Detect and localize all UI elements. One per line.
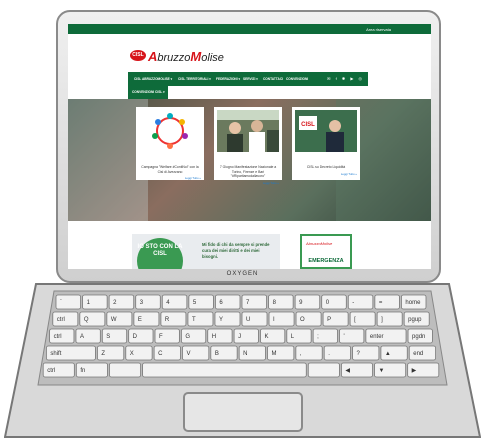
key-label: ctrl [57,317,65,323]
emergency-banner[interactable]: AbruzzoMolise EMERGENZA [300,234,352,269]
key-label: E [138,317,142,323]
browser-screen: Area riservata CISL AbruzzoMolise CISL A… [68,24,431,269]
emergency-headline: EMERGENZA [308,258,344,264]
key-label: ◀ [345,368,350,374]
key-label: pgdn [412,334,425,340]
card-title: Campagna "Welfare #ContiNoi" con la Cisl… [141,165,199,174]
key-label: P [327,317,331,323]
svg-text:CISL: CISL [301,122,315,128]
cisl-campaign-banner[interactable]: IO STO CON LA CISL Mi fido di chi da sem… [132,234,280,269]
campaign-circle: IO STO CON LA CISL [137,238,183,269]
key-label: Q [84,317,89,323]
key-label: ▲ [385,351,391,357]
campaign-quote: Mi fido di chi da sempre si prende cura … [202,242,270,259]
key-label: ` [60,300,62,306]
key-label: D [133,334,138,340]
key-label: ctrl [54,334,62,340]
key-label: end [413,351,423,357]
key-label: - [352,300,354,306]
news-card[interactable]: CISL CISL su Decreto Liquidità Leggi Tut… [292,107,360,180]
read-more-link[interactable]: Leggi Tutto » [217,181,279,185]
nav-item-abruzzomolise[interactable]: CISL ABRUZZOMOLISE ▾ [134,77,172,81]
key-label: N [243,351,247,357]
key-label: fn [80,368,85,374]
reserved-area-link[interactable]: Area riservata [366,27,391,32]
press-conference-image: CISL [295,110,357,152]
key-label: ▼ [379,368,385,374]
key-label: R [165,317,170,323]
key-label: S [106,334,110,340]
laptop-brand-label: OXYGEN [226,271,259,277]
key-label: V [186,351,190,357]
nav-item-servizi[interactable]: SERVIZI ▾ [243,77,258,81]
key-label: T [192,317,196,323]
main-nav: CISL ABRUZZOMOLISE ▾ CISL TERRITORIALI ▾… [128,72,368,86]
secondary-nav: CONVENZIONI CISL ▾ [128,86,168,99]
key-label: J [238,334,241,340]
logo-text: AbruzzoMolise [148,49,224,64]
news-card[interactable]: 7 Giugno Manifestazione Nazionale a Tori… [214,107,282,185]
nav-item-territoriali[interactable]: CISL TERRITORIALI ▾ [178,77,211,81]
key[interactable] [307,362,340,378]
nav-item-contattaci[interactable]: CONTATTACI [263,77,283,81]
key-label: shift [50,351,61,357]
welfare-image [139,110,201,152]
key-label: H [212,334,216,340]
read-more-link[interactable]: Leggi Tutto » [295,172,357,176]
key-label: ▶ [412,368,417,374]
nav-item-convenzioni-cisl[interactable]: CONVENZIONI CISL ▾ [132,90,165,94]
read-more-link[interactable]: Leggi Tutto » [139,176,201,180]
key-label: W [111,317,117,323]
key-label: F [159,334,163,340]
key-label: = [379,300,383,306]
key-label: Y [219,317,223,323]
key-label: ' [344,334,345,340]
key-label: ctrl [47,368,55,374]
key-label: A [80,334,84,340]
key[interactable] [109,362,142,378]
key-label: G [185,334,190,340]
nav-item-federazioni[interactable]: FEDERAZIONI ▾ [216,77,240,81]
key-label: B [215,351,219,357]
key-label: K [264,334,268,340]
key-label: enter [370,334,384,340]
social-icons[interactable]: ✉ f ✱ ▶ ◎ [327,76,364,81]
touchpad[interactable] [183,392,303,432]
news-card[interactable]: Campagna "Welfare #ContiNoi" con la Cisl… [136,107,204,180]
cisl-badge: CISL [130,50,146,61]
key-label: X [130,351,134,357]
protest-image [217,110,279,152]
key-label: Z [101,351,105,357]
key-label: O [300,317,305,323]
key-label: pgup [408,317,422,323]
key-label: C [158,351,163,357]
key-label: M [272,351,277,357]
card-title: CISL su Decreto Liquidità [306,165,346,169]
banner-logo: AbruzzoMolise [306,241,333,246]
laptop-base: ` 1 2 3 4 5 6 7 8 9 0- = homectrl Q W E R T Y U I O P[] pgupctr… [4,283,481,438]
key[interactable] [142,362,307,378]
site-topbar: Area riservata [68,24,431,34]
nav-item-convenzioni[interactable]: CONVENZIONI [286,77,308,81]
key-label: U [246,317,250,323]
card-title: 7 Giugno Manifestazione Nazionale a Tori… [219,165,277,179]
key-label: home [405,300,421,306]
